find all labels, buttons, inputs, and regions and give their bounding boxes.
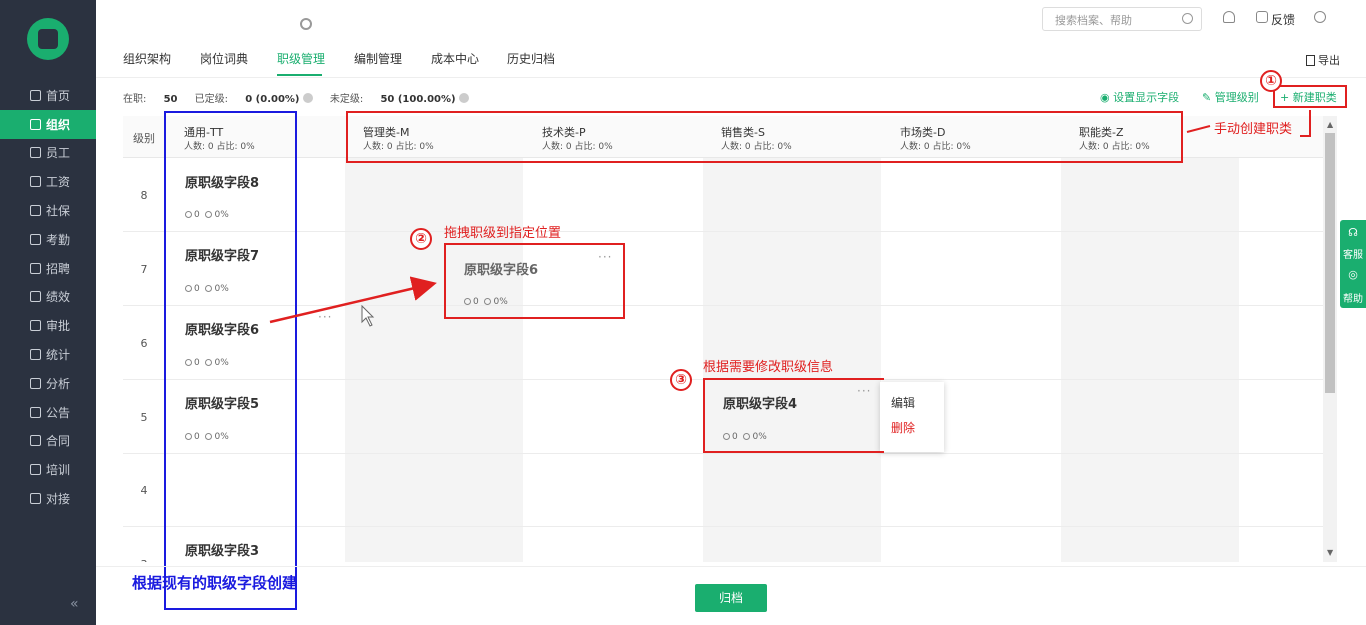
side-help-panel: ☊ 客服 ◎ 帮助 <box>1340 220 1366 308</box>
help-link[interactable]: 帮助 <box>1340 290 1366 305</box>
annotation-arrows <box>269 110 1311 327</box>
archive-button[interactable]: 归档 <box>695 584 767 612</box>
compass-icon: ◎ <box>1348 268 1358 281</box>
headset-icon: ☊ <box>1348 226 1358 239</box>
service-link[interactable]: 客服 <box>1340 246 1366 261</box>
footer-divider <box>96 566 1366 567</box>
